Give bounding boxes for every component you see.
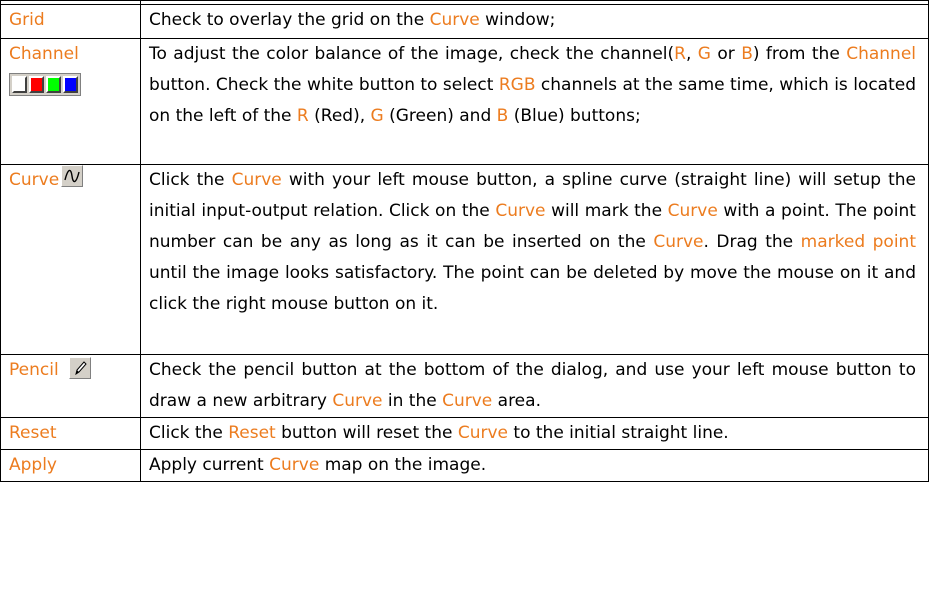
param-name: Pencil [9, 360, 59, 380]
highlighted-term: Curve [653, 232, 704, 252]
param-description: To adjust the color balance of the image… [140, 38, 929, 165]
highlighted-term: Curve [442, 391, 493, 411]
description-text: map on the image. [319, 455, 487, 475]
highlighted-term: G [697, 44, 711, 64]
description-text: (Blue) buttons; [508, 106, 641, 126]
param-name-cell: Pencil [0, 354, 141, 418]
highlighted-term: R [296, 106, 309, 126]
param-name-cell: Grid [0, 4, 141, 39]
highlighted-term: RGB [498, 75, 536, 95]
highlighted-term: Curve [495, 201, 546, 221]
highlighted-term: Curve [231, 170, 282, 190]
param-description: Check to overlay the grid on the Curve w… [140, 4, 929, 39]
channel-blue-button[interactable] [63, 76, 78, 93]
highlighted-term: Channel [846, 44, 916, 64]
description-text: button will reset the [275, 423, 458, 443]
highlighted-term: Curve [667, 201, 718, 221]
description-text: , [685, 44, 698, 64]
description-text: To adjust the color balance of the image… [149, 44, 675, 64]
param-name: Grid [9, 10, 45, 30]
description-text: to the initial straight line. [508, 423, 729, 443]
description-text: button. Check the white button to select [149, 75, 499, 95]
description-text: (Green) and [383, 106, 497, 126]
pencil-icon [68, 357, 91, 379]
description-text: Click the [149, 170, 232, 190]
param-name: Apply [9, 455, 57, 475]
highlighted-term: B [741, 44, 753, 64]
description-text: window; [479, 10, 556, 30]
param-description: Click the Curve with your left mouse but… [140, 164, 929, 355]
highlighted-term: Curve [457, 423, 508, 443]
highlighted-term: R [674, 44, 686, 64]
table-row-reset: Reset Click the Reset button will reset t… [0, 417, 929, 450]
description-text: . Drag the [703, 232, 801, 252]
parameter-table-body: Grid Check to overlay the grid on the Cur… [0, 0, 929, 482]
highlighted-term: G [370, 106, 384, 126]
table-row-apply: Apply Apply current Curve map on the imag… [0, 449, 929, 482]
highlighted-term: Curve [332, 391, 383, 411]
channel-green-button[interactable] [46, 76, 61, 93]
description-text: (Red), [308, 106, 371, 126]
description-text: ) from the [752, 44, 847, 64]
description-text: will mark the [545, 201, 668, 221]
channel-swatch-group [9, 73, 81, 96]
description-text: Apply current [149, 455, 270, 475]
curve-icon [61, 165, 84, 187]
description-text: Check to overlay the grid on the [149, 10, 430, 30]
param-name: Curve [9, 170, 60, 190]
description-text: in the [382, 391, 443, 411]
table-row-channel: Channel To adjust the color balance of th… [0, 38, 929, 165]
param-name-cell: Apply [0, 449, 141, 482]
param-name: Channel [9, 44, 79, 64]
highlighted-term: Reset [228, 423, 276, 443]
highlighted-term: Curve [269, 455, 320, 475]
param-name: Reset [9, 423, 57, 443]
table-row-curve: Curve Click the Curve with your left mous… [0, 164, 929, 355]
highlighted-term: B [496, 106, 509, 126]
highlighted-term: marked point [800, 232, 916, 252]
description-text: or [710, 44, 742, 64]
param-name-cell: Curve [0, 164, 141, 355]
param-description: Check the pencil button at the bottom of… [140, 354, 929, 418]
channel-white-button[interactable] [12, 76, 27, 93]
param-description: Apply current Curve map on the image. [140, 449, 929, 482]
table-row-grid: Grid Check to overlay the grid on the Cur… [0, 4, 929, 39]
description-text: until the image looks satisfactory. The … [149, 263, 916, 314]
description-text: Click the [149, 423, 229, 443]
param-name-cell: Channel [0, 38, 141, 165]
table-row-pencil: Pencil Check the pencil button at the bot… [0, 354, 929, 418]
highlighted-term: Curve [429, 10, 480, 30]
param-name-cell: Reset [0, 417, 141, 450]
param-description: Click the Reset button will reset the Cu… [140, 417, 929, 450]
description-text: area. [492, 391, 541, 411]
parameter-table: Grid Check to overlay the grid on the Cur… [0, 0, 929, 482]
channel-red-button[interactable] [29, 76, 44, 93]
